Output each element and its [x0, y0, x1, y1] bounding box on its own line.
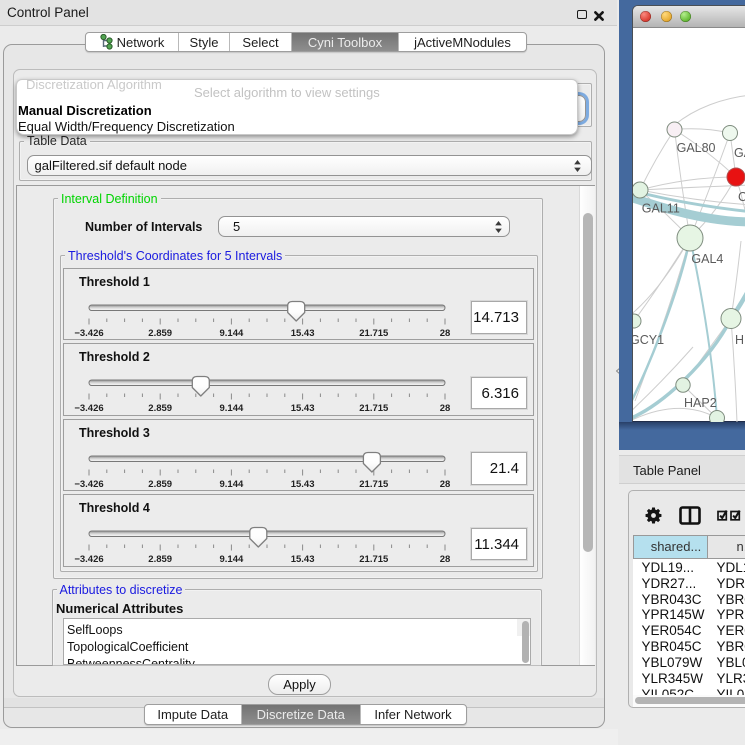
- svg-text:9.144: 9.144: [220, 328, 244, 339]
- svg-text:GAL4: GAL4: [691, 252, 723, 266]
- svg-text:2.859: 2.859: [148, 554, 172, 565]
- svg-text:−3.426: −3.426: [74, 403, 103, 414]
- svg-text:GAL80: GAL80: [677, 141, 716, 155]
- svg-text:GAL11: GAL11: [642, 201, 680, 215]
- svg-text:2.859: 2.859: [148, 328, 172, 339]
- svg-text:−3.426: −3.426: [74, 479, 103, 490]
- svg-text:15.43: 15.43: [291, 479, 315, 490]
- svg-text:GA: GA: [734, 146, 745, 160]
- svg-text:15.43: 15.43: [291, 554, 315, 565]
- svg-text:21.715: 21.715: [359, 479, 389, 490]
- svg-text:9.144: 9.144: [220, 479, 244, 490]
- svg-text:28: 28: [440, 479, 451, 490]
- svg-text:9.144: 9.144: [220, 554, 244, 565]
- svg-text:21.715: 21.715: [359, 554, 389, 565]
- svg-text:21.715: 21.715: [359, 403, 389, 414]
- svg-text:C: C: [738, 190, 745, 204]
- svg-text:GCY1: GCY1: [633, 333, 664, 347]
- svg-text:28: 28: [440, 328, 451, 339]
- svg-text:−3.426: −3.426: [74, 328, 103, 339]
- svg-text:15.43: 15.43: [291, 328, 315, 339]
- svg-text:28: 28: [440, 403, 451, 414]
- svg-text:15.43: 15.43: [291, 403, 315, 414]
- svg-text:−3.426: −3.426: [74, 554, 103, 565]
- svg-text:28: 28: [440, 554, 451, 565]
- svg-text:9.144: 9.144: [220, 403, 244, 414]
- svg-text:2.859: 2.859: [148, 479, 172, 490]
- svg-text:HAP2: HAP2: [684, 396, 717, 410]
- svg-text:2.859: 2.859: [148, 403, 172, 414]
- svg-text:H: H: [735, 333, 744, 347]
- svg-text:21.715: 21.715: [359, 328, 389, 339]
